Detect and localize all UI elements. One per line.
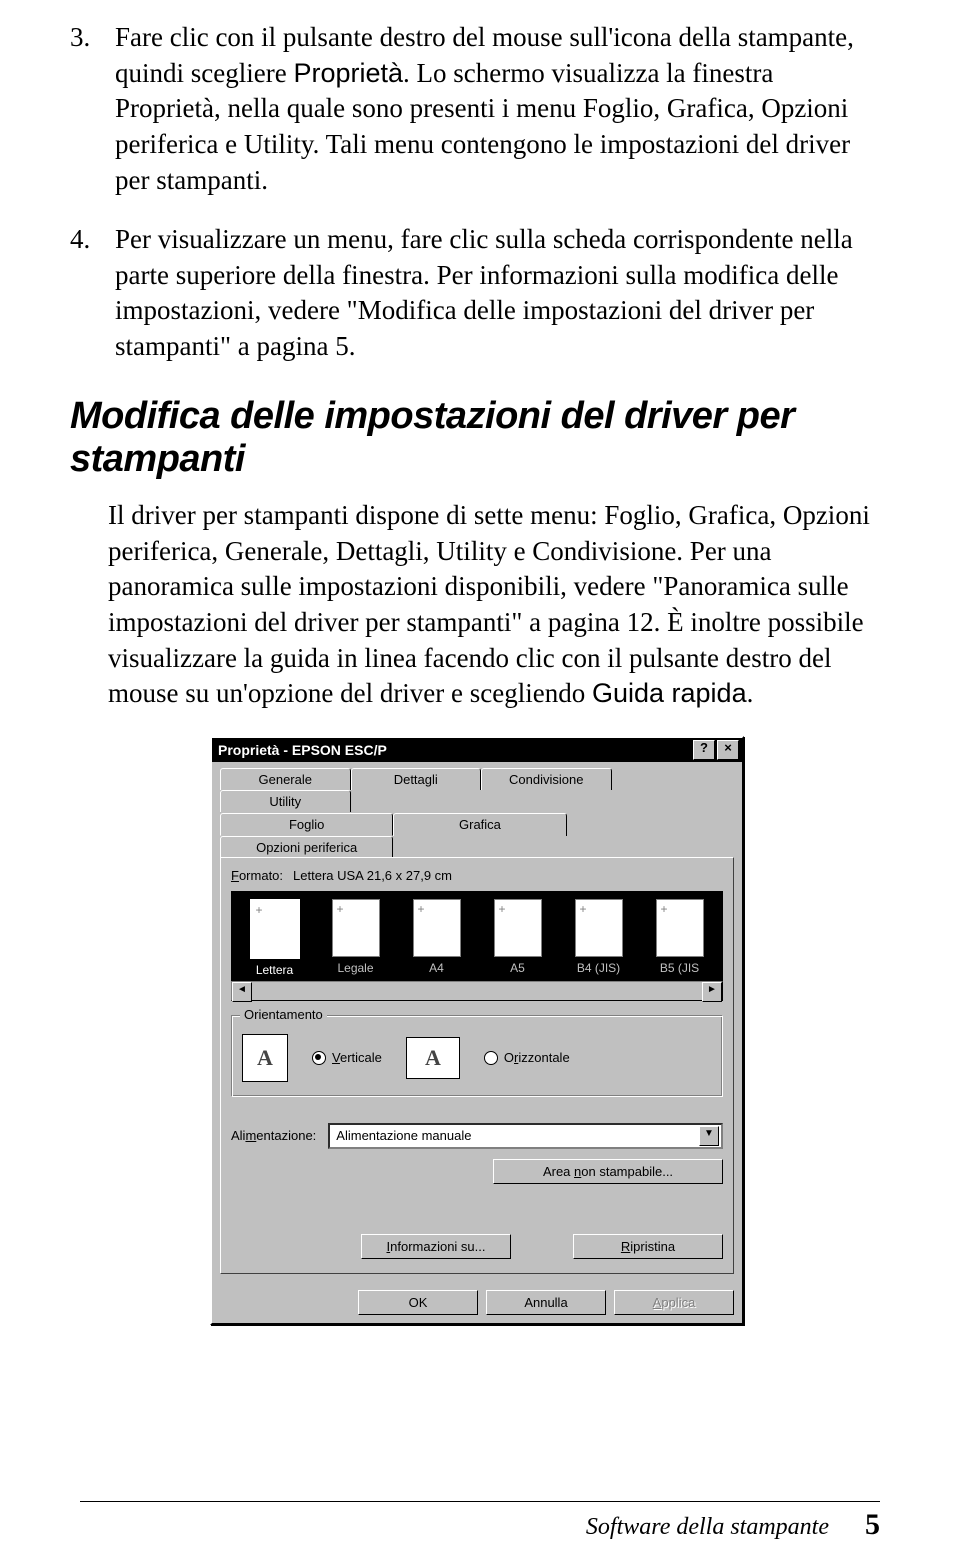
- page-icon: [656, 899, 704, 957]
- dialog-buttons: OK Annulla Applica: [212, 1282, 742, 1323]
- paper-option-b4[interactable]: B4 (JIS): [561, 899, 636, 977]
- radio-icon[interactable]: [312, 1051, 326, 1065]
- ok-button[interactable]: OK: [358, 1290, 478, 1315]
- paper-option-a4[interactable]: A4: [399, 899, 474, 977]
- paper-scrollbar[interactable]: ◄ ►: [231, 981, 723, 1001]
- feed-row: Alimentazione: Alimentazione manuale ▼: [231, 1123, 723, 1149]
- format-value: Lettera USA 21,6 x 27,9 cm: [293, 868, 452, 883]
- footer-label: Software della stampante: [586, 1514, 829, 1540]
- orientation-group: Orientamento A Verticale A Orizzontale: [231, 1015, 723, 1097]
- scroll-left-icon[interactable]: ◄: [232, 982, 252, 1002]
- cancel-button[interactable]: Annulla: [486, 1290, 606, 1315]
- numbered-list: 3. Fare clic con il pulsante destro del …: [70, 20, 880, 365]
- page-icon: [575, 899, 623, 957]
- ui-term-proprieta: Proprietà: [293, 58, 403, 88]
- list-item-4: 4. Per visualizzare un menu, fare clic s…: [70, 222, 880, 365]
- paper-size-strip[interactable]: Lettera Legale A4 A5 B4 (JIS) B5 (JIS: [231, 891, 723, 981]
- titlebar[interactable]: Proprietà - EPSON ESC/P ? ×: [212, 738, 742, 762]
- feed-label: Alimentazione:: [231, 1128, 316, 1143]
- paper-option-a5[interactable]: A5: [480, 899, 555, 977]
- apply-button: Applica: [614, 1290, 734, 1315]
- paper-option-legale[interactable]: Legale: [318, 899, 393, 977]
- section-paragraph: Il driver per stampanti dispone di sette…: [108, 498, 880, 712]
- tab-dettagli[interactable]: Dettagli: [351, 768, 482, 790]
- page-icon: [413, 899, 461, 957]
- page-icon: [494, 899, 542, 957]
- list-text: Per visualizzare un menu, fare clic sull…: [115, 222, 880, 365]
- tab-row-front: Foglio Grafica Opzioni periferica: [220, 812, 734, 857]
- page-number: 5: [865, 1508, 880, 1541]
- info-restore-row: Informazioni su... Ripristina: [231, 1234, 723, 1259]
- paper-option-lettera[interactable]: Lettera: [237, 899, 312, 977]
- paper-option-b5[interactable]: B5 (JIS: [642, 899, 717, 977]
- page: 3. Fare clic con il pulsante destro del …: [0, 0, 960, 1562]
- chevron-down-icon[interactable]: ▼: [699, 1126, 719, 1146]
- tab-opzioni-periferica[interactable]: Opzioni periferica: [220, 836, 393, 858]
- section-heading: Modifica delle impostazioni del driver p…: [70, 395, 880, 482]
- orientation-option-orizzontale[interactable]: Orizzontale: [484, 1050, 570, 1065]
- scroll-right-icon[interactable]: ►: [702, 982, 722, 1002]
- radio-icon[interactable]: [484, 1051, 498, 1065]
- orientation-landscape-icon: A: [406, 1037, 460, 1079]
- page-icon: [250, 899, 300, 959]
- feed-combobox[interactable]: Alimentazione manuale ▼: [328, 1123, 723, 1149]
- tab-panel-foglio: Formato: Lettera USA 21,6 x 27,9 cm Lett…: [220, 857, 734, 1274]
- page-icon: [332, 899, 380, 957]
- format-row: Formato: Lettera USA 21,6 x 27,9 cm: [231, 868, 723, 883]
- dialog-screenshot: Proprietà - EPSON ESC/P ? × Generale Det…: [210, 736, 740, 1325]
- ui-term-guida: Guida rapida: [592, 678, 747, 708]
- list-item-3: 3. Fare clic con il pulsante destro del …: [70, 20, 880, 198]
- tab-grafica[interactable]: Grafica: [393, 813, 566, 836]
- close-button[interactable]: ×: [717, 740, 739, 760]
- list-number: 4.: [70, 222, 115, 365]
- page-footer: Software della stampante 5: [80, 1501, 880, 1542]
- area-button-row: Area non stampabile...: [231, 1159, 723, 1184]
- tab-area: Generale Dettagli Condivisione Utility F…: [212, 762, 742, 1282]
- orientation-legend: Orientamento: [240, 1007, 327, 1022]
- orientation-option-verticale[interactable]: Verticale: [312, 1050, 382, 1065]
- tab-condivisione[interactable]: Condivisione: [481, 768, 612, 790]
- window-title: Proprietà - EPSON ESC/P: [218, 742, 387, 758]
- orientation-portrait-icon: A: [242, 1034, 288, 1082]
- tab-generale[interactable]: Generale: [220, 768, 351, 790]
- ripristina-button[interactable]: Ripristina: [573, 1234, 723, 1259]
- tab-foglio[interactable]: Foglio: [220, 813, 393, 836]
- feed-value: Alimentazione manuale: [336, 1128, 471, 1143]
- tab-utility[interactable]: Utility: [220, 790, 351, 812]
- area-non-stampabile-button[interactable]: Area non stampabile...: [493, 1159, 723, 1184]
- informazioni-button[interactable]: Informazioni su...: [361, 1234, 511, 1259]
- format-label: Formato:: [231, 868, 283, 883]
- list-text: Fare clic con il pulsante destro del mou…: [115, 20, 880, 198]
- properties-dialog: Proprietà - EPSON ESC/P ? × Generale Det…: [210, 736, 744, 1325]
- tab-row-back: Generale Dettagli Condivisione Utility: [220, 768, 734, 812]
- help-button[interactable]: ?: [693, 740, 715, 760]
- list-number: 3.: [70, 20, 115, 198]
